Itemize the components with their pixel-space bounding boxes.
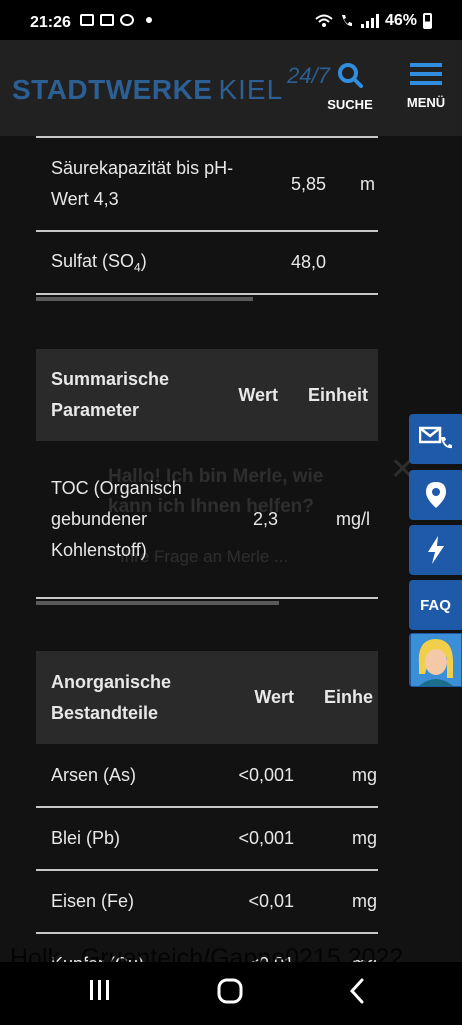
chat-greeting: Hallo! Ich bin Merle, wie kann ich Ihnen… [108, 466, 324, 517]
status-time: 21:26 [30, 14, 71, 31]
table-row: Eisen (Fe) <0,01 mg [36, 870, 378, 934]
row-label: Blei (Pb) [36, 807, 202, 871]
chat-avatar-button[interactable] [409, 633, 462, 687]
chat-bubble[interactable]: Hallo! Ich bin Merle, wie kann ich Ihnen… [108, 462, 358, 572]
table-acid-sulfate: Säurekapazität bis pH-Wert 4,3 5,85 m Su… [36, 136, 378, 301]
faq-label: FAQ [420, 596, 451, 614]
calendar-icon [100, 14, 114, 26]
table-row: Säurekapazität bis pH-Wert 4,3 5,85 m [36, 136, 378, 232]
recent-apps-icon [90, 980, 109, 1000]
status-bar: 21:26 46% [0, 0, 462, 40]
row-label: Säurekapazität bis pH-Wert 4,3 [36, 136, 236, 232]
search-icon [338, 63, 363, 88]
battery-percent: 46% [384, 12, 417, 29]
table-row: Arsen (As) <0,001 mg [36, 744, 378, 808]
lightning-icon [427, 536, 444, 564]
row-unit [326, 231, 378, 295]
table-header-row: Anorganische Bestandteile Wert Einhe [36, 651, 378, 744]
location-button[interactable] [409, 470, 462, 520]
outage-button[interactable] [409, 525, 462, 575]
recent-apps-button[interactable] [88, 978, 112, 1007]
logo-brand: STADTWERKE [12, 74, 213, 105]
row-value: 5,85 [236, 136, 326, 232]
column-header: Wert [204, 349, 278, 441]
row-value: <0,001 [202, 744, 294, 808]
notification-icons [80, 14, 152, 26]
column-header: Summarische Parameter [36, 349, 204, 441]
row-value: 48,0 [236, 231, 326, 295]
logo-city: KIEL [218, 74, 284, 105]
chat-input[interactable]: Ihre Frage an Merle ... [120, 542, 358, 572]
more-notifications-icon [146, 17, 152, 23]
column-header: Anorganische Bestandteile [36, 651, 202, 744]
table-scrollbar[interactable] [36, 297, 253, 301]
avatar [410, 634, 461, 686]
column-header: Einhe [294, 651, 378, 744]
contact-button[interactable] [409, 414, 462, 464]
row-unit: m [326, 136, 378, 232]
row-value: <0,001 [202, 807, 294, 871]
app-icon [120, 14, 134, 26]
row-unit: mg [294, 744, 378, 808]
column-header: Wert [202, 651, 294, 744]
site-header: STADTWERKE KIEL 24/7 SUCHE MENÜ [0, 40, 462, 136]
faq-button[interactable]: FAQ [409, 580, 462, 630]
table-header-row: Summarische Parameter Wert Einheit [36, 349, 378, 441]
menu-button[interactable]: MENÜ [398, 62, 454, 110]
battery-icon [423, 13, 432, 29]
wifi-icon [315, 14, 333, 27]
home-icon [217, 978, 243, 1004]
mail-phone-icon [418, 426, 452, 449]
gallery-icon [80, 14, 94, 26]
table-scrollbar[interactable] [36, 601, 279, 605]
table-row: Blei (Pb) <0,001 mg [36, 807, 378, 871]
column-header: Einheit [278, 349, 378, 441]
back-icon [349, 978, 364, 1004]
signal-icon [360, 14, 379, 28]
row-unit: mg [294, 807, 378, 871]
stadtwerke-logo[interactable]: STADTWERKE KIEL 24/7 [12, 63, 330, 106]
back-button[interactable] [348, 978, 368, 1009]
location-pin-icon [425, 482, 446, 508]
hamburger-icon [410, 63, 442, 85]
home-button[interactable] [217, 978, 243, 1009]
row-label: Arsen (As) [36, 744, 202, 808]
search-button[interactable]: SUCHE [322, 62, 378, 112]
row-label: Eisen (Fe) [36, 870, 202, 934]
system-navbar [0, 962, 462, 1025]
row-unit: mg [294, 870, 378, 934]
menu-label: MENÜ [406, 95, 446, 110]
row-label: Sulfat (SO4) [36, 231, 236, 295]
table-row: Sulfat (SO4) 48,0 [36, 231, 378, 295]
status-right: 46% [315, 12, 432, 30]
search-label: SUCHE [327, 97, 373, 112]
call-icon [341, 15, 352, 26]
row-value: <0,01 [202, 870, 294, 934]
